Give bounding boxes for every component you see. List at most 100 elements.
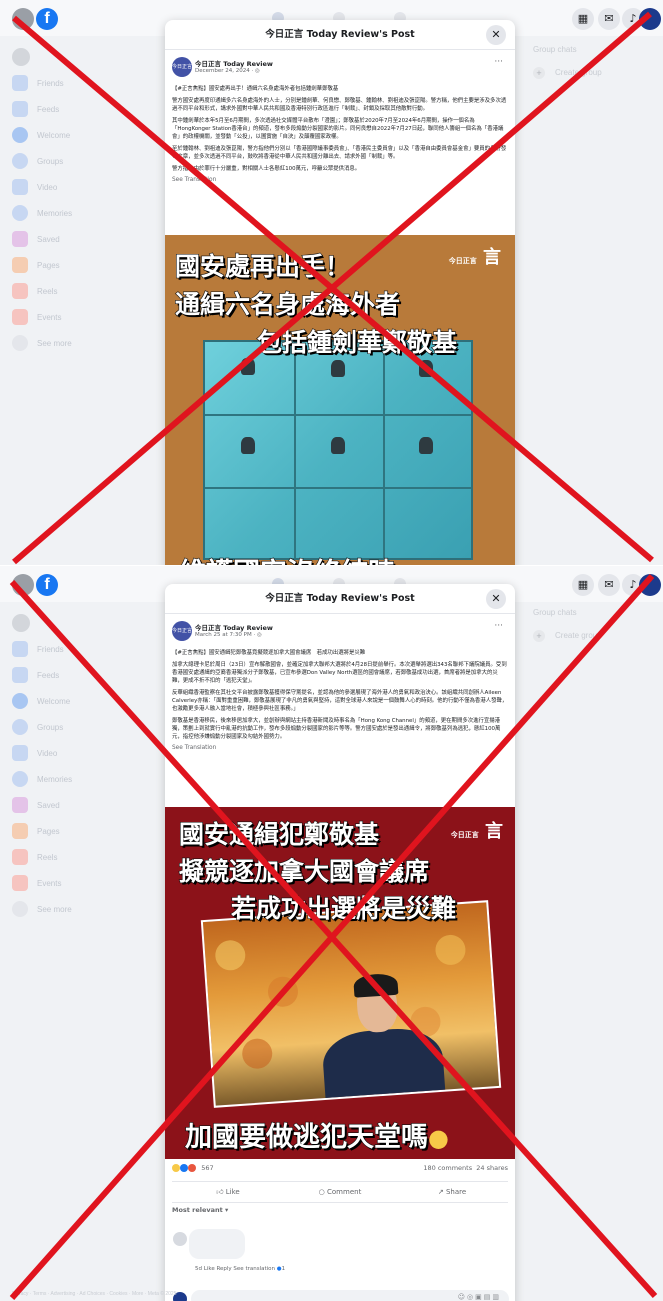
reels-icon: [12, 849, 28, 865]
groups-icon: [12, 153, 28, 169]
screenshot-2: f ▦ ✉ ♪ Friends Feeds Welcome Groups Vid…: [0, 566, 663, 1301]
menu-grid-icon[interactable]: ▦: [572, 574, 594, 596]
post-actions: 👍︎ Like ○ Comment ↗ Share: [172, 1181, 508, 1203]
person-hair: [353, 972, 399, 998]
create-group-button[interactable]: + Create group: [533, 67, 602, 79]
messenger-icon[interactable]: ✉: [598, 574, 620, 596]
account-avatar[interactable]: [639, 8, 661, 30]
sidebar-item-welcome[interactable]: Welcome: [12, 122, 162, 148]
sidebar-item-video[interactable]: Video: [12, 740, 162, 766]
post-image[interactable]: 今日正言 言 國安處再出手！ 通緝六名身處海外者 包括鍾劍華鄭敬基 維護國安沒終…: [165, 235, 515, 565]
page-name[interactable]: 今日正言 Today Review: [195, 58, 273, 68]
feeds-icon: [12, 667, 28, 683]
facebook-logo-icon[interactable]: f: [36, 8, 58, 30]
sidebar-item-pages[interactable]: Pages: [12, 252, 162, 278]
sidebar-item-welcome[interactable]: Welcome: [12, 688, 162, 714]
angry-reaction-icon[interactable]: [188, 1164, 197, 1172]
today-review-logo: 今日正言 言: [448, 247, 501, 268]
comment-input[interactable]: ☺◎▣▤▥: [191, 1290, 509, 1301]
menu-grid-icon[interactable]: ▦: [572, 8, 594, 30]
comment-button[interactable]: ○ Comment: [284, 1182, 396, 1202]
sidebar-item-groups[interactable]: Groups: [12, 148, 162, 174]
group-chats-heading: Group chats: [533, 608, 577, 617]
create-group-button[interactable]: + Create group: [533, 630, 602, 642]
page-avatar[interactable]: 今日正言: [172, 57, 192, 77]
memories-icon: [12, 771, 28, 787]
sidebar-item-see-more[interactable]: See more: [12, 330, 162, 356]
modal-header: 今日正言 Today Review's Post ✕: [165, 20, 515, 50]
sidebar-item-events[interactable]: Events: [12, 870, 162, 896]
sidebar-item-friends[interactable]: Friends: [12, 70, 162, 96]
post-paragraph: 警方指，由於罪行十分嚴重，對相關人士各懸紅100萬元，呼籲公眾提供消息。: [172, 166, 361, 172]
sidebar-item-saved[interactable]: Saved: [12, 226, 162, 252]
modal-header: 今日正言 Today Review's Post ✕: [165, 584, 515, 614]
sidebar-item-feeds[interactable]: Feeds: [12, 96, 162, 122]
post-paragraph: 鄭敬基是香港移民，後來移居加拿大，並創辦與網站主持香港新聞及時事名為「Hong …: [172, 718, 501, 740]
messenger-icon[interactable]: ✉: [598, 8, 620, 30]
post-modal: 今日正言 Today Review's Post ✕ 今日正言 今日正言 Tod…: [165, 584, 515, 1301]
pages-icon: [12, 823, 28, 839]
autumn-portrait-photo: [200, 900, 502, 1108]
image-caption-line3: 包括鍾劍華鄭敬基: [256, 327, 458, 357]
most-relevant-dropdown[interactable]: Most relevant ▾: [172, 1206, 228, 1214]
thumbs-up-icon: 👍︎: [216, 1188, 226, 1196]
share-icon: ↗: [437, 1188, 446, 1196]
like-button[interactable]: 👍︎ Like: [172, 1182, 284, 1202]
sidebar-item-events[interactable]: Events: [12, 304, 162, 330]
sidebar-item-pages[interactable]: Pages: [12, 818, 162, 844]
sidebar-item-friends[interactable]: Friends: [12, 636, 162, 662]
friends-icon: [12, 641, 28, 657]
post-paragraph: 警方國安處再度印通緝多六名身處海外的人士，分別是鍾劍華、何良懋、鄭敬基、鍾翰林、…: [172, 98, 507, 112]
shares-count[interactable]: 24 shares: [476, 1164, 508, 1172]
plus-icon: +: [533, 67, 545, 79]
see-translation-link[interactable]: See Translation: [165, 745, 515, 756]
sidebar-profile[interactable]: [12, 610, 162, 636]
page-name[interactable]: 今日正言 Today Review: [195, 622, 273, 632]
post-header: 今日正言 今日正言 Today Review March 25 at 7:30 …: [165, 619, 515, 649]
plus-icon: +: [533, 630, 545, 642]
sidebar-item-see-more[interactable]: See more: [12, 896, 162, 922]
wanted-notice-photo: [203, 340, 473, 560]
saved-icon: [12, 797, 28, 813]
close-icon[interactable]: ✕: [486, 25, 506, 45]
post-header: 今日正言 今日正言 Today Review December 24, 2024…: [165, 55, 515, 85]
like-reaction-icon[interactable]: [180, 1164, 189, 1172]
screenshot-1: f ▦ ✉ ♪ Friends Feeds Welcome Groups Vid…: [0, 0, 663, 565]
more-options-icon[interactable]: ···: [494, 621, 503, 631]
post-text: 【#正言焦點】國安通緝犯鄭敬基竟擬競逐加拿大國會議席 若成功出選將是災難 加拿大…: [165, 649, 515, 741]
sidebar-item-groups[interactable]: Groups: [12, 714, 162, 740]
see-translation-link[interactable]: See Translation: [165, 177, 515, 188]
sidebar-item-video[interactable]: Video: [12, 174, 162, 200]
more-options-icon[interactable]: ···: [494, 57, 503, 67]
comments-count[interactable]: 180 comments: [423, 1164, 472, 1172]
reaction-count[interactable]: 567: [201, 1164, 213, 1172]
profile-avatar[interactable]: [12, 574, 34, 596]
image-caption-line1: 國安處再出手！: [174, 251, 351, 281]
sidebar-item-memories[interactable]: Memories: [12, 200, 162, 226]
post-date[interactable]: December 24, 2024 · ◎: [195, 68, 260, 74]
modal-title: 今日正言 Today Review's Post: [265, 29, 415, 40]
events-icon: [12, 309, 28, 325]
commenter-avatar[interactable]: [173, 1232, 187, 1246]
sidebar-item-reels[interactable]: Reels: [12, 844, 162, 870]
profile-avatar[interactable]: [12, 8, 34, 30]
sidebar-item-memories[interactable]: Memories: [12, 766, 162, 792]
share-button[interactable]: ↗ Share: [396, 1182, 508, 1202]
friends-icon: [12, 75, 28, 91]
account-avatar[interactable]: [639, 574, 661, 596]
page-avatar[interactable]: 今日正言: [172, 621, 192, 641]
post-date[interactable]: March 25 at 7:30 PM · ◎: [195, 632, 262, 638]
post-image[interactable]: 今日正言 言 國安通緝犯鄭敬基 擬競逐加拿大國會議席 若成功出選將是災難 加國要…: [165, 807, 515, 1159]
pages-icon: [12, 257, 28, 273]
footer-links[interactable]: Privacy · Terms · Advertising · Ad Choic…: [12, 1291, 176, 1297]
comment-tools-icons[interactable]: ☺◎▣▤▥: [458, 1293, 501, 1301]
sidebar-item-feeds[interactable]: Feeds: [12, 662, 162, 688]
haha-reaction-icon[interactable]: [172, 1164, 180, 1172]
sidebar-profile[interactable]: [12, 44, 162, 70]
sidebar-item-reels[interactable]: Reels: [12, 278, 162, 304]
post-headline: 【#正言焦點】國安處再出手！通緝六名身處海外者包括鍾劍華鄭敬基: [172, 86, 339, 92]
memories-icon: [12, 205, 28, 221]
sidebar-item-saved[interactable]: Saved: [12, 792, 162, 818]
close-icon[interactable]: ✕: [486, 589, 506, 609]
facebook-logo-icon[interactable]: f: [36, 574, 58, 596]
